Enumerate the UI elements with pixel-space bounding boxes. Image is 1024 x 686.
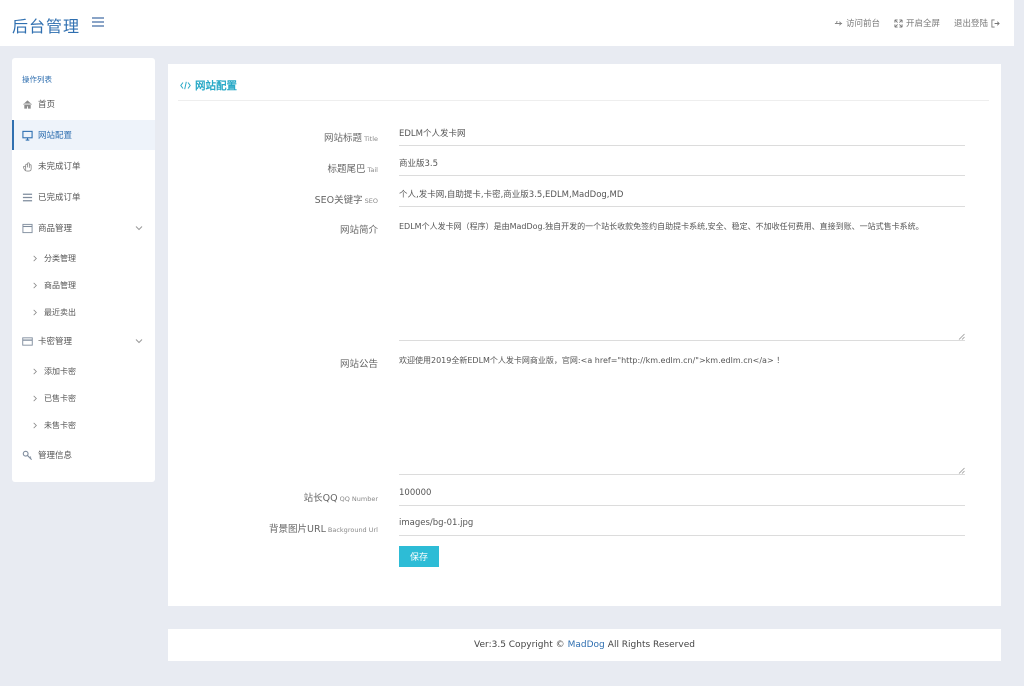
sidebar-item-product-mgmt[interactable]: 商品管理 [12, 213, 155, 243]
sidebar-item-site-config[interactable]: 网站配置 [12, 120, 155, 150]
site-intro-textarea[interactable]: EDLM个人发卡网（程序）是由MadDog.独自开发的一个站长收款免签约自助提卡… [399, 221, 965, 341]
resize-handle-icon[interactable] [958, 333, 965, 340]
sidebar-subitem-recent-sold[interactable]: 最近卖出 [12, 299, 155, 325]
visit-frontend-link[interactable]: 访问前台 [834, 17, 880, 29]
sidebar-item-label: 商品管理 [38, 224, 73, 234]
chevron-right-icon [33, 368, 37, 374]
chevron-right-icon [33, 309, 37, 315]
hand-icon [22, 161, 32, 171]
brand-title[interactable]: 后台管理 [12, 13, 80, 37]
sidebar-item-label: 网站配置 [38, 131, 73, 141]
sidebar-item-label: 最近卖出 [44, 307, 76, 317]
title-tail-label: 标题尾巴 Tail [327, 164, 378, 175]
sidebar-subitem-unsold-cards[interactable]: 未售卡密 [12, 412, 155, 438]
page-scrollbar[interactable] [1014, 0, 1024, 686]
main-panel: 网站配置 网站标题Title 标题尾巴Tail SEO关键字SEO 网站简介 E… [168, 64, 1001, 606]
list-icon [22, 193, 33, 201]
logout-icon [991, 18, 1000, 28]
heading-divider [178, 100, 989, 101]
sidebar-item-admin-info[interactable]: 管理信息 [12, 440, 155, 470]
site-title-label: 网站标题 Title [324, 133, 378, 144]
key-icon [22, 450, 33, 460]
footer-copyright: Ver:3.5 Copyright © [474, 640, 565, 650]
sidebar-subitem-add-card[interactable]: 添加卡密 [12, 358, 155, 384]
sidebar-item-label: 已完成订单 [38, 193, 81, 203]
resize-handle-icon[interactable] [958, 467, 965, 474]
expand-icon [894, 18, 903, 28]
panel-heading: 网站配置 [180, 78, 237, 93]
chevron-down-icon [135, 339, 143, 344]
sidebar-item-label: 未完成订单 [38, 162, 81, 172]
menu-toggle-icon[interactable] [92, 17, 104, 28]
sidebar-item-label: 添加卡密 [44, 366, 76, 376]
chevron-right-icon [33, 282, 37, 288]
card-icon [22, 336, 33, 346]
site-notice-textarea[interactable]: 欢迎使用2019全新EDLM个人发卡网商业版，官网:<a href="http:… [399, 355, 965, 475]
chevron-right-icon [33, 422, 37, 428]
logout-label: 退出登陆 [953, 19, 988, 29]
fullscreen-label: 开启全屏 [905, 19, 940, 29]
sidebar-item-label: 首页 [38, 100, 56, 110]
site-notice-label: 网站公告 [339, 359, 378, 370]
code-icon [180, 81, 191, 90]
sidebar-subitem-products[interactable]: 商品管理 [12, 272, 155, 298]
sidebar-subitem-sold-cards[interactable]: 已售卡密 [12, 385, 155, 411]
sidebar-item-label: 管理信息 [38, 451, 73, 461]
usb-icon [834, 20, 843, 26]
sidebar-item-label: 商品管理 [44, 280, 76, 290]
visit-frontend-label: 访问前台 [845, 19, 880, 29]
footer-rights: All Rights Reserved [607, 640, 695, 650]
sidebar-item-label: 已售卡密 [44, 393, 76, 403]
chevron-right-icon [33, 255, 37, 261]
sidebar-item-label: 分类管理 [44, 253, 76, 263]
title-tail-input[interactable] [399, 155, 965, 176]
admin-qq-label: 站长QQ QQ Number [303, 493, 378, 504]
site-intro-label: 网站简介 [339, 225, 378, 236]
footer: Ver:3.5 Copyright © MadDog All Rights Re… [168, 629, 1001, 661]
top-links: 访问前台 开启全屏 退出登陆 [834, 17, 1000, 29]
sidebar-item-home[interactable]: 首页 [12, 89, 155, 119]
sidebar-subitem-category[interactable]: 分类管理 [12, 245, 155, 271]
home-icon [22, 99, 33, 109]
top-bar: 后台管理 访问前台 开启全屏 退出登陆 [0, 0, 1014, 46]
site-title-input[interactable] [399, 125, 965, 146]
sidebar-item-pending-orders[interactable]: 未完成订单 [12, 151, 155, 181]
seo-keywords-label: SEO关键字 SEO [314, 195, 378, 206]
logout-link[interactable]: 退出登陆 [954, 17, 1000, 29]
chevron-down-icon [135, 226, 143, 231]
window-icon [22, 223, 33, 233]
sidebar-item-completed-orders[interactable]: 已完成订单 [12, 182, 155, 212]
sidebar-item-label: 卡密管理 [38, 337, 73, 347]
admin-qq-input[interactable] [399, 485, 965, 506]
bg-url-input[interactable] [399, 515, 965, 536]
sidebar-item-label: 未售卡密 [44, 420, 76, 430]
bg-url-label: 背景图片URL Background Url [269, 524, 378, 535]
sidebar-title: 操作列表 [22, 75, 52, 84]
seo-keywords-input[interactable] [399, 186, 965, 207]
footer-author-link[interactable]: MadDog [568, 640, 605, 650]
page-title: 网站配置 [195, 80, 237, 92]
chevron-right-icon [33, 395, 37, 401]
fullscreen-link[interactable]: 开启全屏 [894, 17, 940, 29]
save-button[interactable]: 保存 [399, 546, 439, 567]
sidebar-item-card-mgmt[interactable]: 卡密管理 [12, 326, 155, 356]
monitor-icon [22, 130, 33, 141]
sidebar: 操作列表 首页 网站配置 未完成订单 已完成订单 商品管理 分类管理 商品管理 … [12, 58, 155, 482]
